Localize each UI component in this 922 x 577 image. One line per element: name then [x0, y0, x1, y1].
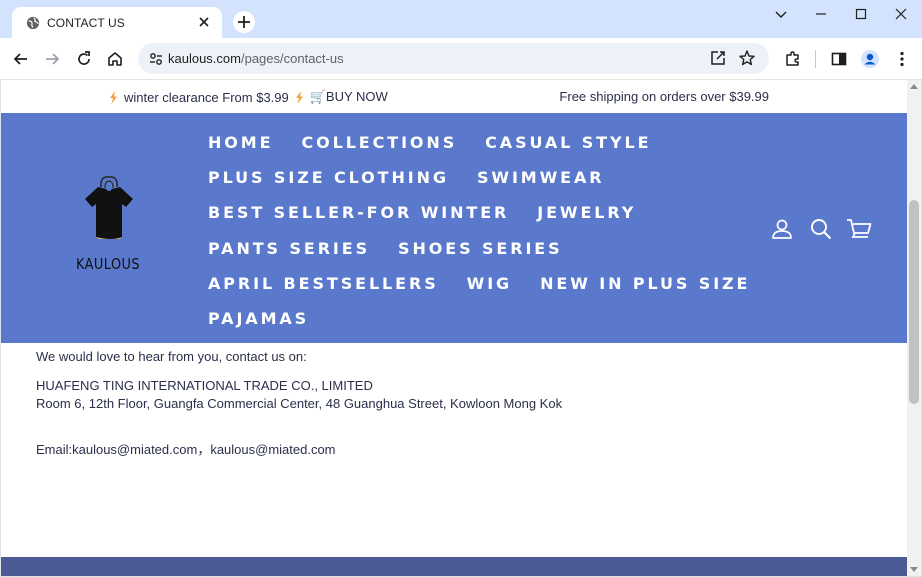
extensions-icon[interactable]: [783, 49, 803, 69]
nav-row: BEST SELLER-FOR WINTER JEWELRY: [208, 195, 728, 230]
search-icon[interactable]: [809, 217, 833, 241]
plus-icon: [238, 16, 250, 28]
browser-toolbar: kaulous.com/pages/contact-us: [0, 38, 922, 80]
reload-icon[interactable]: [74, 49, 94, 69]
minimize-icon[interactable]: [812, 5, 830, 23]
nav-item-april-bestsellers[interactable]: APRIL BESTSELLERS: [208, 274, 439, 293]
nav-item-new-in-plus-size[interactable]: NEW IN PLUS SIZE: [540, 274, 750, 293]
url-text: kaulous.com/pages/contact-us: [168, 51, 344, 66]
announcement-bar: winter clearance From $3.99 🛒BUY NOW Fre…: [1, 80, 907, 113]
profile-icon[interactable]: [860, 49, 880, 69]
cart-icon[interactable]: [846, 217, 872, 241]
nav-row: PLUS SIZE CLOTHING SWIMWEAR: [208, 160, 728, 195]
lightning-icon: [295, 90, 303, 104]
nav-item-collections[interactable]: COLLECTIONS: [301, 133, 457, 152]
shipping-notice: Free shipping on orders over $39.99: [559, 89, 769, 104]
close-window-icon[interactable]: [892, 5, 910, 23]
url-host: kaulous.com: [168, 51, 241, 66]
nav-row: HOME COLLECTIONS CASUAL STYLE: [208, 125, 728, 160]
lightning-icon: [110, 90, 117, 104]
nav-item-best-seller-for-winter[interactable]: BEST SELLER-FOR WINTER: [208, 203, 509, 222]
home-icon[interactable]: [105, 49, 125, 69]
toolbar-separator: [815, 50, 816, 68]
scroll-up-arrow-icon[interactable]: [910, 84, 918, 89]
site-header: KAULOUS HOME COLLECTIONS CASUAL STYLE PL…: [1, 113, 907, 343]
chevron-down-icon[interactable]: [772, 5, 790, 23]
nav-item-pants-series[interactable]: PANTS SERIES: [208, 239, 370, 258]
url-path: /pages/contact-us: [240, 51, 344, 66]
scroll-down-arrow-icon[interactable]: [910, 567, 918, 572]
nav-row: PAJAMAS: [208, 301, 728, 336]
forward-arrow-icon[interactable]: [42, 49, 62, 69]
promo-banner[interactable]: winter clearance From $3.99 🛒BUY NOW: [109, 89, 388, 105]
company-address: Room 6, 12th Floor, Guangfa Commercial C…: [36, 396, 563, 411]
nav-item-casual-style[interactable]: CASUAL STYLE: [485, 133, 651, 152]
page-scrollbar[interactable]: [907, 80, 921, 576]
site-settings-icon[interactable]: [146, 49, 166, 69]
promo-text: winter clearance From $3.99: [124, 89, 289, 105]
maximize-icon[interactable]: [852, 5, 870, 23]
scrollbar-thumb[interactable]: [909, 200, 919, 404]
buy-now-link[interactable]: 🛒BUY NOW: [310, 89, 388, 105]
browser-tab[interactable]: CONTACT US: [12, 7, 222, 38]
footer-strip: [1, 557, 907, 576]
star-icon[interactable]: [738, 49, 756, 67]
logo-text: KAULOUS: [76, 255, 141, 273]
nav-item-shoes-series[interactable]: SHOES SERIES: [398, 239, 563, 258]
contact-email[interactable]: Email:kaulous@miated.com，kaulous@miated.…: [36, 441, 336, 459]
new-tab-button[interactable]: [233, 11, 255, 33]
nav-item-plus-size-clothing[interactable]: PLUS SIZE CLOTHING: [208, 168, 449, 187]
globe-icon: [26, 16, 40, 30]
browser-titlebar: CONTACT US: [0, 0, 922, 38]
side-panel-icon[interactable]: [829, 49, 849, 69]
share-icon[interactable]: [709, 49, 727, 67]
address-bar[interactable]: kaulous.com/pages/contact-us: [138, 43, 769, 74]
nav-row: APRIL BESTSELLERS WIG NEW IN PLUS SIZE: [208, 266, 747, 301]
contact-intro: We would love to hear from you, contact …: [36, 349, 307, 364]
nav-item-wig[interactable]: WIG: [467, 274, 512, 293]
tshirt-bag-logo-icon: [85, 176, 133, 239]
nav-item-pajamas[interactable]: PAJAMAS: [208, 309, 309, 328]
account-icon[interactable]: [770, 217, 794, 241]
nav-row: PANTS SERIES SHOES SERIES: [208, 231, 728, 266]
nav-item-swimwear[interactable]: SWIMWEAR: [477, 168, 605, 187]
main-navigation: HOME COLLECTIONS CASUAL STYLE PLUS SIZE …: [208, 125, 747, 336]
company-name: HUAFENG TING INTERNATIONAL TRADE CO., LI…: [36, 378, 373, 393]
page-viewport: winter clearance From $3.99 🛒BUY NOW Fre…: [1, 80, 907, 576]
close-icon[interactable]: [196, 14, 212, 30]
site-logo[interactable]: KAULOUS: [74, 175, 144, 275]
nav-item-jewelry[interactable]: JEWELRY: [537, 203, 636, 222]
kebab-menu-icon[interactable]: [892, 49, 912, 69]
nav-item-home[interactable]: HOME: [208, 133, 273, 152]
tab-title: CONTACT US: [47, 16, 125, 30]
back-arrow-icon[interactable]: [11, 49, 31, 69]
